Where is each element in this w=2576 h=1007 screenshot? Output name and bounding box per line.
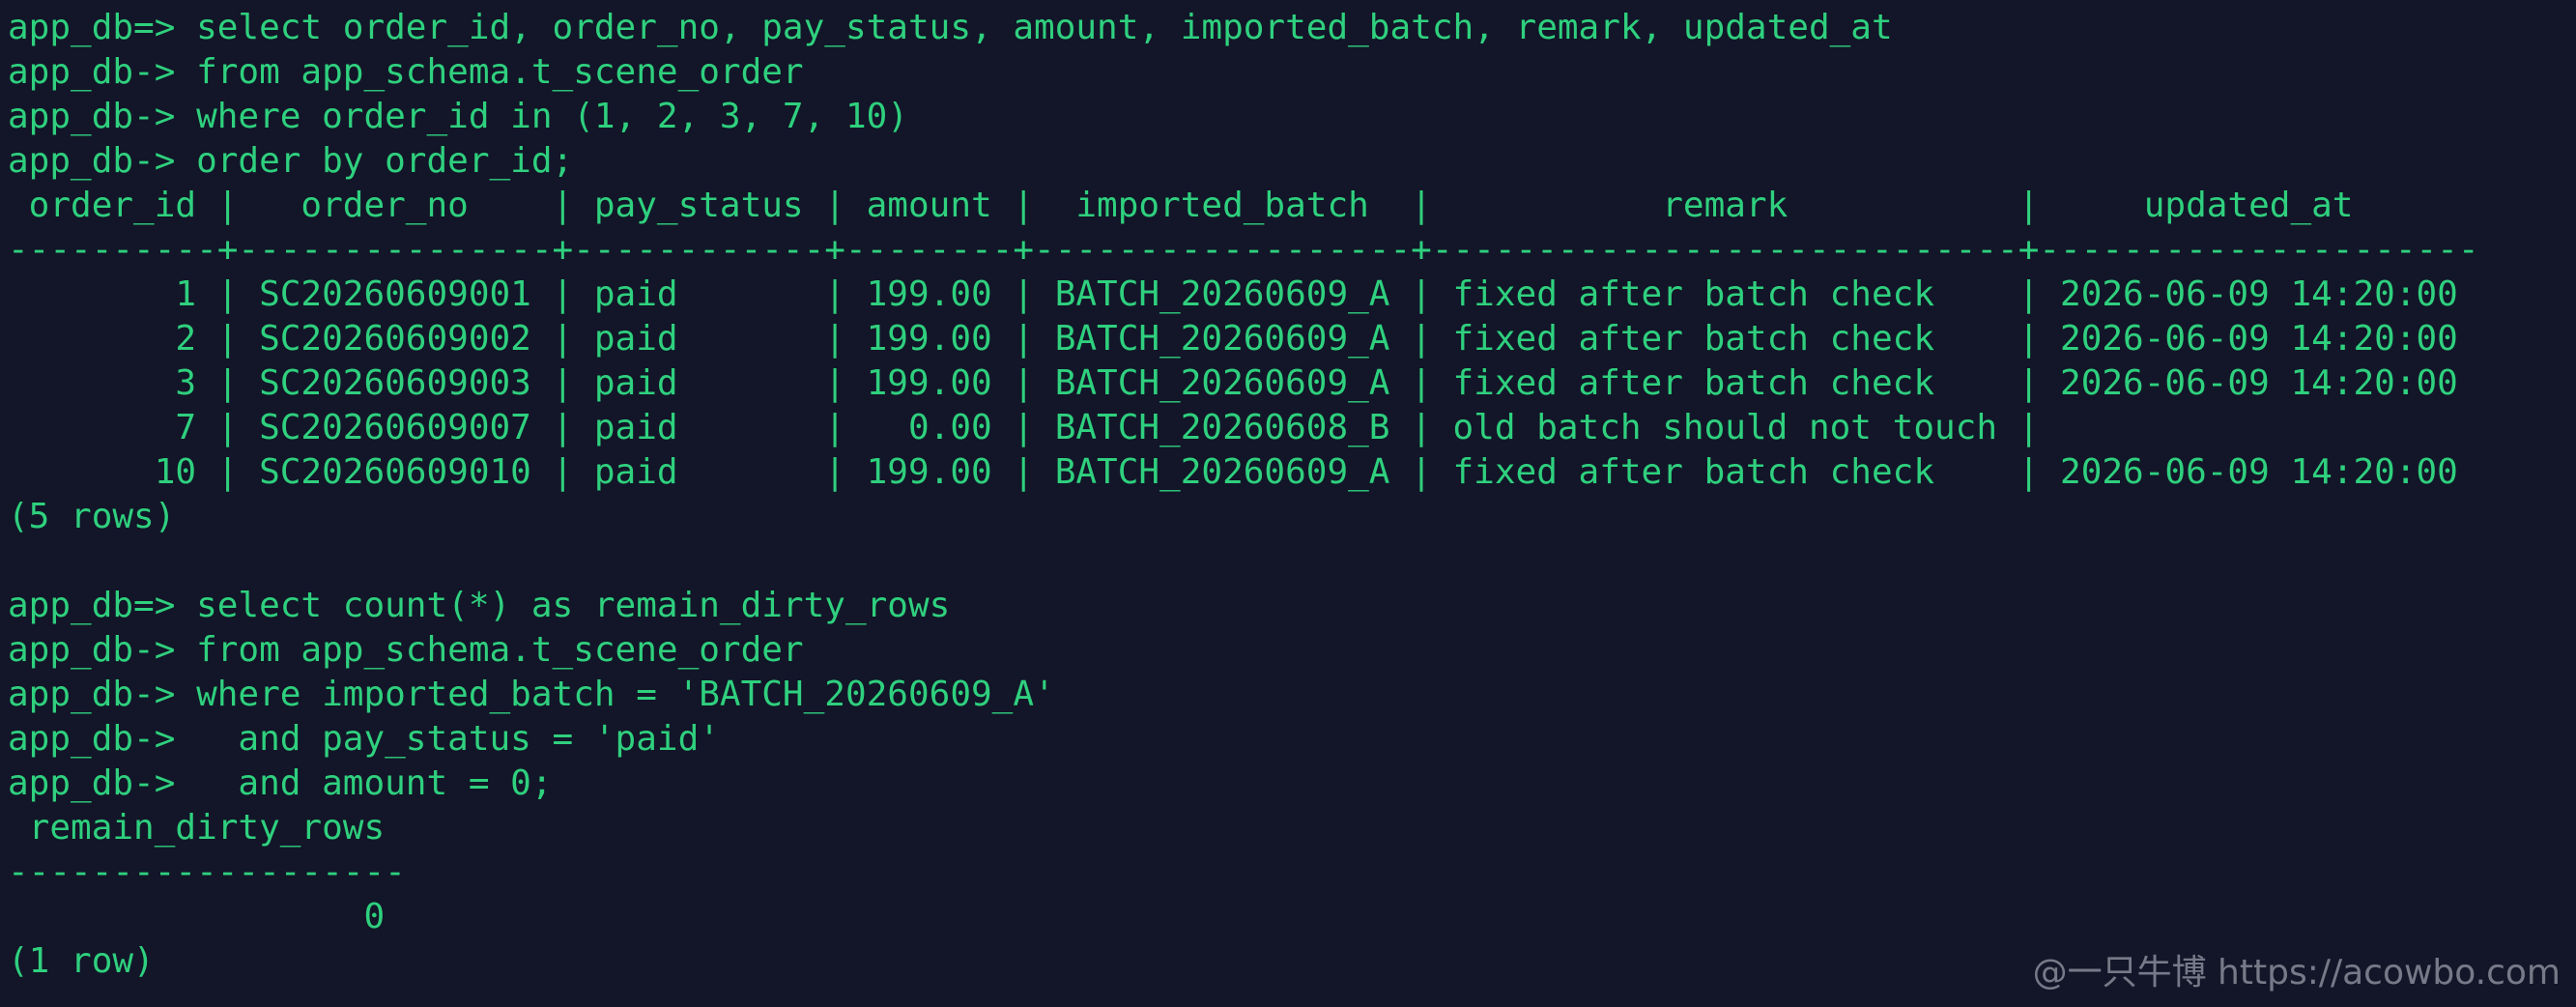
prompt-line-and-pay-status: app_db-> and pay_status = 'paid' (8, 719, 720, 759)
prompt-line-where: app_db-> where order_id in (1, 2, 3, 7, … (8, 97, 908, 136)
row-count: (5 rows) (8, 497, 176, 536)
prompt-line-order-by: app_db-> order by order_id; (8, 141, 574, 181)
prompt-line-from: app_db-> from app_schema.t_scene_order (8, 630, 804, 670)
count-result-value: 0 (8, 897, 386, 936)
prompt-line-select: app_db=> select order_id, order_no, pay_… (8, 8, 1893, 47)
table-row: 1 | SC20260609001 | paid | 199.00 | BATC… (8, 274, 2458, 314)
count-result-separator: ------------------- (8, 852, 406, 892)
table-row: 7 | SC20260609007 | paid | 0.00 | BATCH_… (8, 408, 2040, 447)
table-row: 2 | SC20260609002 | paid | 199.00 | BATC… (8, 319, 2458, 359)
result-table-header: order_id | order_no | pay_status | amoun… (8, 186, 2354, 225)
result-table-separator: ----------+---------------+------------+… (8, 230, 2479, 270)
table-row: 3 | SC20260609003 | paid | 199.00 | BATC… (8, 363, 2458, 403)
prompt-line-and-amount: app_db-> and amount = 0; (8, 763, 553, 803)
prompt-line-from: app_db-> from app_schema.t_scene_order (8, 52, 804, 92)
terminal-window[interactable]: app_db=> select order_id, order_no, pay_… (0, 0, 2576, 1007)
prompt-line-where: app_db-> where imported_batch = 'BATCH_2… (8, 675, 1055, 714)
table-row: 10 | SC20260609010 | paid | 199.00 | BAT… (8, 452, 2458, 492)
prompt-line-select-count: app_db=> select count(*) as remain_dirty… (8, 586, 951, 625)
watermark: @一只牛博 https://acowbo.com (2032, 953, 2561, 993)
count-result-header: remain_dirty_rows (8, 808, 386, 848)
